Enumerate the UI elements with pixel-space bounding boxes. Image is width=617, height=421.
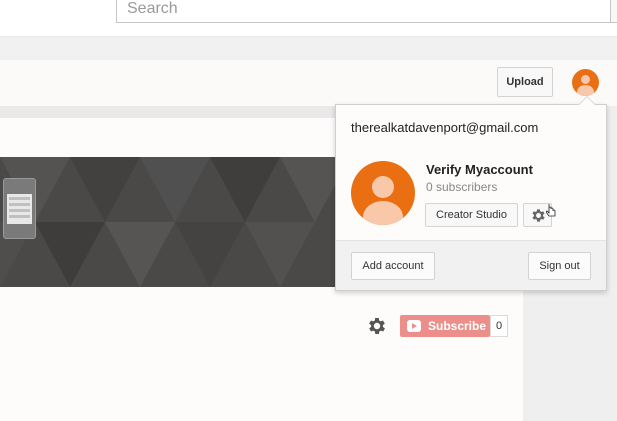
device-mockup-icon (3, 178, 36, 239)
banner-tri (210, 157, 280, 222)
sign-out-button[interactable]: Sign out (528, 252, 591, 280)
account-subscribers: 0 subscribers (426, 180, 498, 194)
avatar-body (577, 85, 594, 96)
creator-studio-button[interactable]: Creator Studio (425, 203, 518, 227)
avatar-body (363, 201, 403, 225)
subscriber-count: 0 (490, 315, 508, 337)
banner-tri (35, 222, 105, 287)
avatar-head (581, 75, 590, 84)
banner-tri (245, 222, 315, 287)
menu-pointer-inner (579, 97, 595, 105)
youtube-logo-icon (407, 320, 421, 332)
cursor-icon (546, 204, 556, 217)
upload-button[interactable]: Upload (497, 67, 553, 97)
search-button[interactable] (610, 0, 617, 23)
banner-tri (140, 157, 210, 222)
account-avatar-large (351, 161, 415, 225)
search-input[interactable]: Search (116, 0, 613, 23)
device-screen (7, 194, 32, 224)
banner-tri (105, 222, 175, 287)
gear-icon (532, 209, 545, 222)
add-account-button[interactable]: Add account (351, 252, 435, 280)
banner-tri (70, 157, 140, 222)
banner-tri (175, 222, 245, 287)
account-avatar-button[interactable] (572, 69, 599, 96)
account-email: therealkatdavenport@gmail.com (351, 120, 539, 135)
account-name: Verify Myaccount (426, 162, 533, 177)
avatar-head (372, 176, 394, 198)
channel-settings-gear-icon[interactable] (366, 315, 388, 337)
